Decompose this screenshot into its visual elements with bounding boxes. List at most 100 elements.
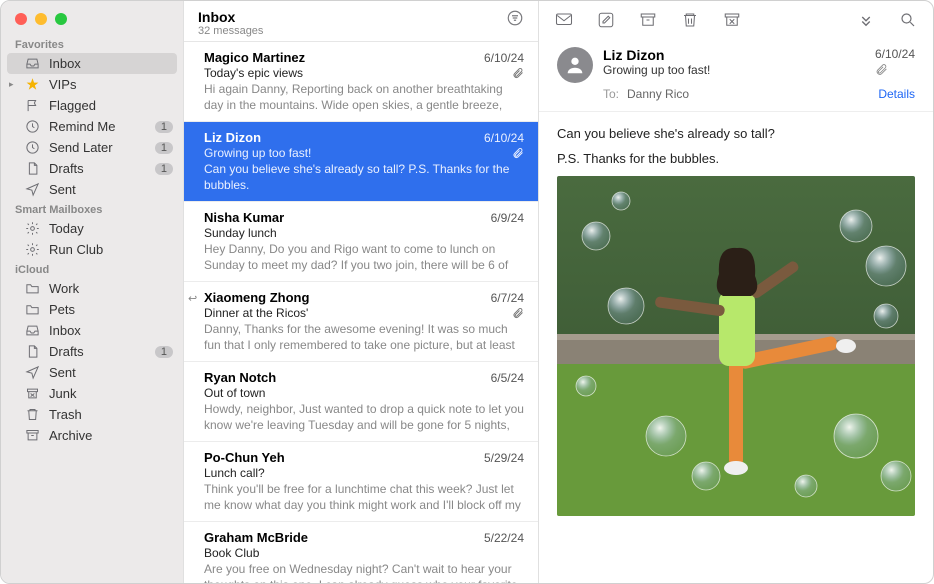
sidebar-item-inbox[interactable]: Inbox [7,53,177,74]
sidebar-item-label: Work [49,281,173,296]
body-line: Can you believe she's already so tall? [557,126,915,141]
message-date: 6/10/24 [484,51,524,65]
message-from: Xiaomeng Zhong [204,290,491,305]
sidebar-item-remind-me[interactable]: Remind Me 1 [1,116,183,137]
clock-icon [25,140,41,155]
message-row[interactable]: Nisha Kumar6/9/24Sunday lunchHey Danny, … [184,202,538,282]
attachment-icon [512,307,524,319]
sidebar-badge: 1 [155,121,173,133]
message-row[interactable]: ↩ Xiaomeng Zhong6/7/24 Dinner at the Ricos… [184,282,538,362]
flag-icon [25,98,41,113]
chevron-right-icon[interactable]: ▸ [9,79,14,90]
message-row[interactable]: Magico Martinez6/10/24Today's epic views… [184,42,538,122]
sidebar-item-label: VIPs [49,77,173,92]
sidebar-item-label: Inbox [49,56,167,71]
compose-icon[interactable] [597,11,615,29]
junk-icon[interactable] [723,11,741,29]
clock-icon [25,119,41,134]
sidebar: FavoritesInbox▸VIPsFlaggedRemind Me1Send… [1,1,183,583]
sidebar-item-drafts[interactable]: Drafts 1 [1,341,183,362]
message-row[interactable]: Ryan Notch6/5/24Out of townHowdy, neighb… [184,362,538,442]
gear-icon [25,221,41,236]
sidebar-item-label: Drafts [49,161,147,176]
message-preview: Are you free on Wednesday night? Can't w… [204,561,524,583]
close-window-button[interactable] [15,13,27,25]
attachment-icon [512,67,524,79]
zoom-window-button[interactable] [55,13,67,25]
details-link[interactable]: Details [878,87,915,101]
message-row[interactable]: Liz Dizon6/10/24Growing up too fast!Can … [184,122,538,202]
search-icon[interactable] [899,11,917,29]
message-subject: Dinner at the Ricos' [204,306,308,320]
reply-icon[interactable] [555,11,573,29]
sidebar-item-drafts[interactable]: Drafts 1 [1,158,183,179]
minimize-window-button[interactable] [35,13,47,25]
replied-icon: ↩ [188,292,197,305]
sidebar-item-pets[interactable]: Pets [1,299,183,320]
doc-icon [25,344,41,359]
message-from: Graham McBride [204,530,484,545]
message-row[interactable]: Po-Chun Yeh5/29/24Lunch call?Think you'l… [184,442,538,522]
attachment-icon [512,147,524,159]
archive-icon[interactable] [639,11,657,29]
message-preview: Hey Danny, Do you and Rigo want to come … [204,241,524,273]
sidebar-item-today[interactable]: Today [1,218,183,239]
sidebar-item-work[interactable]: Work [1,278,183,299]
trash-icon [25,407,41,422]
message-date: 5/22/24 [484,531,524,545]
message-date: 5/29/24 [484,451,524,465]
sidebar-item-label: Run Club [49,242,173,257]
sidebar-item-label: Archive [49,428,173,443]
message-from: Ryan Notch [204,370,491,385]
reader-to-label: To: [603,87,619,101]
message-subject: Sunday lunch [204,226,277,240]
reader-toolbar [539,1,933,35]
message-preview: Think you'll be free for a lunchtime cha… [204,481,524,513]
sidebar-item-vips[interactable]: ▸ VIPs [1,74,183,95]
trash-icon[interactable] [681,11,699,29]
reader-body: Can you believe she's already so tall? P… [539,112,933,530]
sidebar-item-run-club[interactable]: Run Club [1,239,183,260]
tray-icon [25,56,41,71]
folder-icon [25,281,41,296]
tray-icon [25,323,41,338]
attachment-icon [875,63,915,76]
message-preview: Danny, Thanks for the awesome evening! I… [204,321,524,353]
message-preview: Hi again Danny, Reporting back on anothe… [204,81,524,113]
sidebar-item-label: Remind Me [49,119,147,134]
filter-icon[interactable] [506,9,524,27]
sidebar-item-junk[interactable]: Junk [1,383,183,404]
message-list-pane: Inbox 32 messages Magico Martinez6/10/24… [183,1,539,583]
message-list-header: Inbox 32 messages [184,1,538,42]
paperplane-icon [25,365,41,380]
sidebar-item-inbox[interactable]: Inbox [1,320,183,341]
message-preview: Can you believe she's already so tall? P… [204,161,524,193]
sidebar-item-label: Drafts [49,344,147,359]
sidebar-item-send-later[interactable]: Send Later1 [1,137,183,158]
reader-from: Liz Dizon [603,47,865,63]
sidebar-item-trash[interactable]: Trash [1,404,183,425]
sidebar-item-label: Flagged [49,98,173,113]
sidebar-item-label: Inbox [49,323,173,338]
message-list: Magico Martinez6/10/24Today's epic views… [184,42,538,583]
sidebar-badge: 1 [155,163,173,175]
star-icon [25,77,41,92]
more-icon[interactable] [857,11,875,29]
xbin-icon [25,386,41,401]
message-subject: Today's epic views [204,66,303,80]
message-from: Nisha Kumar [204,210,491,225]
sidebar-item-archive[interactable]: Archive [1,425,183,446]
sidebar-item-sent[interactable]: Sent [1,362,183,383]
reader-to: Danny Rico [627,87,689,101]
mailbox-title: Inbox [198,9,263,25]
sidebar-item-label: Trash [49,407,173,422]
message-row[interactable]: Graham McBride5/22/24Book ClubAre you fr… [184,522,538,583]
gear-icon [25,242,41,257]
sidebar-item-sent[interactable]: Sent [1,179,183,200]
email-attachment-image[interactable] [557,176,915,516]
message-date: 6/7/24 [491,291,524,305]
sidebar-item-flagged[interactable]: Flagged [1,95,183,116]
sidebar-item-label: Send Later [49,140,147,155]
reader-pane: Liz Dizon Growing up too fast! 6/10/24 T… [539,1,933,583]
sidebar-badge: 1 [155,346,173,358]
